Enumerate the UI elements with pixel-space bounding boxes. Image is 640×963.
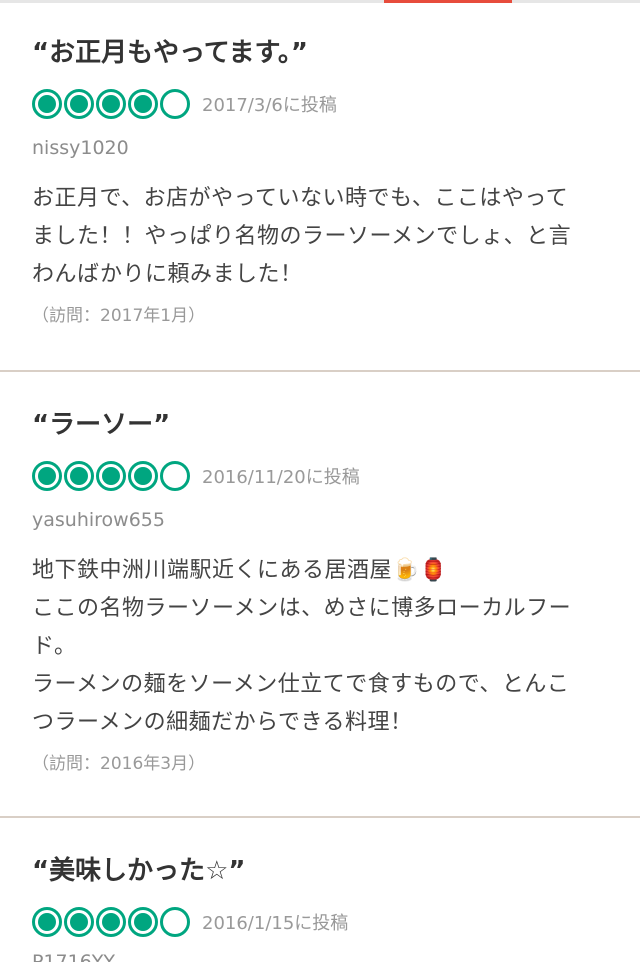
rating-bubbles (32, 907, 192, 937)
rating-bubble-empty-icon (160, 461, 190, 491)
visit-date: （訪問：2016年3月） (32, 754, 206, 774)
review-title[interactable]: “お正月もやってます。” (32, 34, 608, 72)
review-title[interactable]: “ラーソー” (32, 406, 608, 444)
review-body: お正月で、お店がやっていない時でも、ここはやって ました！！やっぱり名物のラーソ… (32, 180, 608, 294)
review-date: 2016/11/20に投稿 (202, 467, 360, 488)
review-meta: 2017/3/6に投稿 (32, 86, 608, 122)
review-card[interactable]: “お正月もやってます。” 2017/3/6に投稿 nissy1020 お正月で、… (0, 0, 640, 370)
rating-bubble-empty-icon (160, 89, 190, 119)
review-card[interactable]: “ラーソー” 2016/11/20に投稿 yasuhirow655 地下鉄中洲川… (0, 370, 640, 816)
rating-bubble-filled-icon (96, 89, 126, 119)
review-body-line: 地下鉄中洲川端駅近くにある居酒屋🍺🏮 (32, 558, 448, 583)
visit-date: （訪問：2017年1月） (32, 306, 206, 326)
reviewer-username[interactable]: P1716YY (32, 948, 608, 962)
rating-bubble-filled-icon (128, 461, 158, 491)
rating-bubbles (32, 89, 192, 119)
rating-bubble-filled-icon (32, 461, 62, 491)
rating-bubbles (32, 461, 192, 491)
rating-bubble-filled-icon (64, 89, 94, 119)
review-title[interactable]: “美味しかった☆” (32, 852, 608, 890)
rating-bubble-filled-icon (64, 461, 94, 491)
review-date: 2016/1/15に投稿 (202, 913, 349, 934)
review-body-line: お正月で、お店がやっていない時でも、ここはやって (32, 186, 569, 211)
review-meta: 2016/11/20に投稿 (32, 458, 608, 494)
rating-bubble-filled-icon (128, 89, 158, 119)
review-meta: 2016/1/15に投稿 (32, 904, 608, 940)
review-body-line: ラーメンの麺をソーメン仕立てで食すもので、とんこ (32, 672, 570, 697)
rating-bubble-filled-icon (32, 89, 62, 119)
review-body-line: ここの名物ラーソーメンは、めさに博多ローカルフー (32, 596, 572, 621)
reviewer-username[interactable]: nissy1020 (32, 134, 608, 162)
review-body-line: つラーメンの細麺だからできる料理！ (32, 710, 413, 735)
review-card[interactable]: “美味しかった☆” 2016/1/15に投稿 P1716YY (0, 816, 640, 963)
review-date: 2017/3/6に投稿 (202, 95, 337, 116)
rating-bubble-filled-icon (128, 907, 158, 937)
rating-bubble-filled-icon (96, 907, 126, 937)
review-body-line: ました！！やっぱり名物のラーソーメンでしょ、と言 (32, 224, 572, 249)
review-body-line: ド。 (32, 634, 77, 659)
review-body: 地下鉄中洲川端駅近くにある居酒屋🍺🏮 ここの名物ラーソーメンは、めさに博多ローカ… (32, 552, 608, 742)
rating-bubble-filled-icon (96, 461, 126, 491)
review-body-line: わんばかりに頼みました！ (32, 262, 303, 287)
rating-bubble-empty-icon (160, 907, 190, 937)
rating-bubble-filled-icon (64, 907, 94, 937)
reviewer-username[interactable]: yasuhirow655 (32, 506, 608, 534)
rating-bubble-filled-icon (32, 907, 62, 937)
